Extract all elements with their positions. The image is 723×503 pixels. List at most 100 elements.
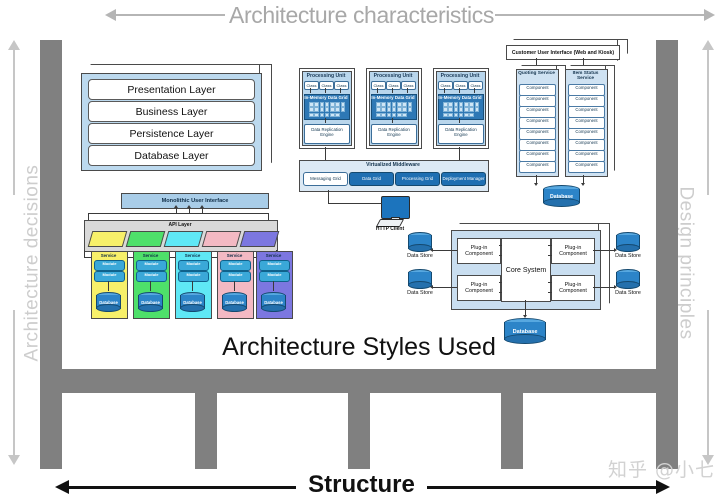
diagram-canvas: Architecture characteristics Architectur… — [0, 0, 723, 503]
middleware-pill-data-grid[interactable]: Data Grid — [349, 172, 394, 186]
class-box: Class — [468, 81, 483, 90]
api-port — [239, 231, 280, 247]
data-store-label: Data Store — [615, 290, 641, 296]
service-title: Service — [100, 253, 117, 258]
data-replication-engine: Data Replication Engine — [304, 124, 350, 144]
data-store-label: Data Store — [407, 253, 433, 259]
left-axis-arrow — [7, 40, 21, 195]
data-store[interactable] — [408, 232, 432, 252]
plugin-component[interactable]: Plug-in Component — [551, 275, 595, 301]
service-title: Service — [142, 253, 159, 258]
frame-column-right — [656, 40, 678, 469]
plugin-component[interactable]: Plug-in Component — [457, 275, 501, 301]
core-system[interactable]: Core System — [501, 238, 551, 302]
plugin-component[interactable]: Plug-in Component — [457, 238, 501, 264]
data-replication-engine: Data Replication Engine — [371, 124, 417, 144]
frame-column-left — [40, 40, 62, 469]
module: Module — [220, 260, 251, 271]
class-box: Class — [453, 81, 468, 90]
middleware-pill-messaging-grid[interactable]: Messaging Grid — [303, 172, 348, 186]
component: Component — [568, 161, 605, 173]
layer-presentation[interactable]: Presentation Layer — [88, 79, 255, 100]
service-title: Service — [265, 253, 282, 258]
page-title: Architecture Styles Used — [222, 333, 496, 361]
api-layer-label: API Layer — [168, 222, 192, 228]
module: Module — [136, 260, 167, 271]
frame-pillar-1 — [195, 393, 217, 469]
class-box: Class — [386, 81, 401, 90]
processing-unit-title: Processing Unit — [306, 73, 346, 79]
database-label: Database — [549, 194, 574, 200]
class-box: Class — [438, 81, 453, 90]
database-label: Database — [183, 300, 202, 305]
data-store[interactable] — [616, 269, 640, 289]
top-left-arrow — [105, 8, 225, 22]
module: Module — [259, 260, 290, 271]
data-store-label: Data Store — [615, 253, 641, 259]
module: Module — [220, 271, 251, 282]
api-port — [125, 231, 166, 247]
component: Component — [519, 161, 556, 173]
service-name: Quoting Service — [518, 71, 555, 76]
in-memory-data-grid-label: In-Memory Data Grid — [438, 95, 482, 100]
database-label: Database — [99, 300, 118, 305]
in-memory-data-grid-label: In-Memory Data Grid — [371, 95, 415, 100]
class-box: Class — [304, 81, 319, 90]
customer-user-interface[interactable]: Customer User Interface (Web and Kiosk) — [506, 45, 620, 60]
service-database[interactable]: Database — [138, 292, 163, 312]
api-port — [163, 231, 204, 247]
module: Module — [178, 260, 209, 271]
module: Module — [136, 271, 167, 282]
api-port — [87, 231, 128, 247]
database-label: Database — [264, 300, 283, 305]
service-title: Service — [226, 253, 243, 258]
class-box: Class — [334, 81, 349, 90]
right-axis-arrow-lower — [701, 310, 715, 465]
layer-label: Database Layer — [134, 149, 209, 162]
module: Module — [94, 260, 125, 271]
service-title: Service — [184, 253, 201, 258]
data-store-label: Data Store — [407, 290, 433, 296]
database-label: Database — [141, 300, 160, 305]
top-right-arrow — [495, 8, 715, 22]
class-box: Class — [319, 81, 334, 90]
watermark: 知乎 @小七 — [607, 459, 715, 481]
middleware-pill-processing-grid[interactable]: Processing Grid — [395, 172, 440, 186]
api-port — [201, 231, 242, 247]
class-box: Class — [371, 81, 386, 90]
service-name: Item Status Service — [572, 71, 599, 82]
data-store[interactable] — [616, 232, 640, 252]
layer-label: Persistence Layer — [129, 127, 214, 140]
plugin-component[interactable]: Plug-in Component — [551, 238, 595, 264]
left-axis-arrow-lower — [7, 310, 21, 465]
class-box: Class — [401, 81, 416, 90]
layer-persistence[interactable]: Persistence Layer — [88, 123, 255, 144]
layer-database[interactable]: Database Layer — [88, 145, 255, 166]
data-replication-engine: Data Replication Engine — [438, 124, 484, 144]
module: Module — [259, 271, 290, 282]
middleware-title: Virtualized Middleware — [366, 162, 420, 168]
service-database[interactable]: Database — [180, 292, 205, 312]
data-store[interactable] — [408, 269, 432, 289]
in-memory-data-grid-label: In-Memory Data Grid — [304, 95, 348, 100]
layer-label: Presentation Layer — [127, 83, 216, 96]
microservices-database[interactable]: Database — [543, 185, 580, 207]
frame-pillar-3 — [501, 393, 523, 469]
service-database[interactable]: Database — [96, 292, 121, 312]
service-database[interactable]: Database — [222, 292, 247, 312]
frame-pillar-2 — [348, 393, 370, 469]
layer-business[interactable]: Business Layer — [88, 101, 255, 122]
frame-beam — [40, 369, 678, 393]
right-axis-arrow — [701, 40, 715, 195]
module: Module — [178, 271, 209, 282]
http-client-label: HTTP Client — [375, 226, 405, 232]
processing-unit-title: Processing Unit — [373, 73, 413, 79]
database-label: Database — [225, 300, 244, 305]
monolithic-user-interface[interactable]: Monolithic User Interface — [121, 193, 269, 209]
module: Module — [94, 271, 125, 282]
axis-bottom-label-text: Structure — [296, 471, 427, 498]
service-database[interactable]: Database — [261, 292, 286, 312]
middleware-pill-deployment-manager[interactable]: Deployment Manager — [441, 172, 486, 186]
processing-unit-title: Processing Unit — [440, 73, 480, 79]
layer-label: Business Layer — [135, 105, 208, 118]
